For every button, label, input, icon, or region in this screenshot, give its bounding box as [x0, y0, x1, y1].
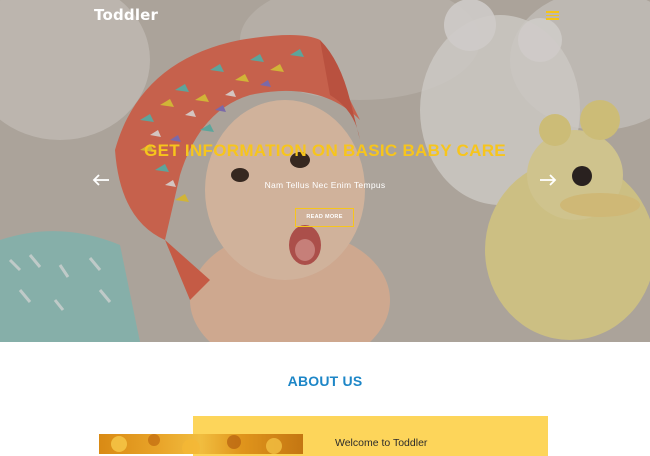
- hamburger-menu-icon[interactable]: [546, 11, 560, 20]
- read-more-button[interactable]: READ MORE: [295, 208, 354, 227]
- about-image: [99, 434, 303, 454]
- about-heading: ABOUT US: [287, 373, 363, 389]
- welcome-heading: Welcome to Toddler: [335, 437, 428, 449]
- brand-logo[interactable]: Toddler: [94, 6, 158, 24]
- hero-title: GET INFORMATION ON BASIC BABY CARE: [144, 141, 506, 160]
- arrow-right-icon[interactable]: [539, 172, 557, 188]
- hero-slider: Toddler GET INFORMATION ON BASIC BABY CA…: [0, 0, 650, 342]
- hero-overlay: [0, 0, 650, 342]
- arrow-left-icon[interactable]: [92, 172, 110, 188]
